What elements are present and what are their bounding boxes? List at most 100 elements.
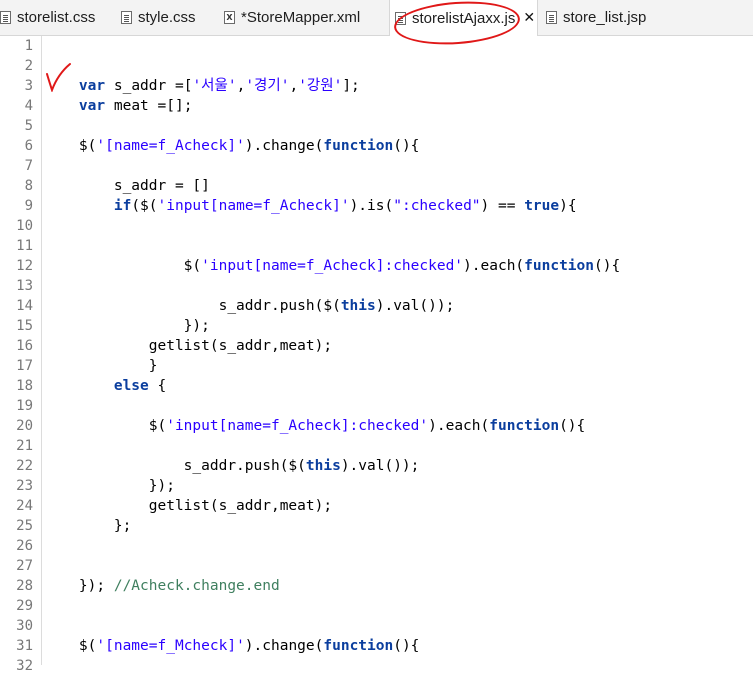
code-line: 12 $('input[name=f_Acheck]:checked').eac…: [0, 256, 753, 276]
code-line: 24 getlist(s_addr,meat);: [0, 496, 753, 516]
code-line: 6 $('[name=f_Acheck]').change(function()…: [0, 136, 753, 156]
line-number: 27: [16, 558, 33, 574]
close-icon[interactable]: ✕: [523, 10, 535, 26]
tab-label: storelistAjaxx.js: [412, 9, 516, 27]
code-text: getlist(s_addr,meat);: [44, 498, 333, 514]
code-line: 14 s_addr.push($(this).val());: [0, 296, 753, 316]
code-line: 4 var meat =[];: [0, 96, 753, 116]
code-text: }: [44, 358, 158, 374]
line-number: 14: [16, 298, 33, 314]
tab-storelist-css[interactable]: storelist.css: [0, 0, 95, 35]
editor-tab-bar: storelist.css style.css X *StoreMapper.x…: [0, 0, 753, 36]
tab-label: *StoreMapper.xml: [241, 9, 361, 26]
code-line: 32: [0, 656, 753, 676]
line-number: 4: [24, 98, 33, 114]
css-file-icon: [121, 11, 132, 24]
code-editor[interactable]: 123 var s_addr =['서울','경기','강원']; 4 var m…: [0, 36, 753, 674]
code-line: 21: [0, 436, 753, 456]
code-text: if($('input[name=f_Acheck]').is(":checke…: [113, 198, 577, 214]
code-text: });: [44, 318, 210, 334]
code-line: 3 var s_addr =['서울','경기','강원'];: [0, 76, 753, 96]
code-line: 5: [0, 116, 753, 136]
line-number: 23: [16, 478, 33, 494]
line-number: 7: [24, 158, 33, 174]
code-text: else {: [113, 378, 167, 394]
js-file-icon: [395, 11, 406, 25]
code-line: 13: [0, 276, 753, 296]
code-line: 19: [0, 396, 753, 416]
code-line: 17 }: [0, 356, 753, 376]
code-line: 27: [0, 556, 753, 576]
line-number: 29: [16, 598, 33, 614]
line-number: 21: [16, 438, 33, 454]
code-line: 18 else {: [0, 376, 753, 396]
code-line: 1: [0, 36, 753, 56]
code-line: 25 };: [0, 516, 753, 536]
code-line: 20 $('input[name=f_Acheck]:checked').eac…: [0, 416, 753, 436]
code-line: 29: [0, 596, 753, 616]
code-line: 2: [0, 56, 753, 76]
tab-store-list-jsp[interactable]: store_list.jsp: [546, 0, 646, 35]
line-number: 19: [16, 398, 33, 414]
line-number: 5: [24, 118, 33, 134]
line-number: 10: [16, 218, 33, 234]
code-text: $('[name=f_Acheck]').change(function(){: [44, 138, 420, 154]
line-number: 1: [24, 38, 33, 54]
code-line: 16 getlist(s_addr,meat);: [0, 336, 753, 356]
tab-storemapper-xml[interactable]: X *StoreMapper.xml: [224, 0, 360, 35]
code-line: 8 s_addr = []: [0, 176, 753, 196]
code-text: s_addr.push($(this).val());: [44, 458, 420, 474]
code-line: 26: [0, 536, 753, 556]
css-file-icon: [0, 11, 11, 24]
code-line: 30: [0, 616, 753, 636]
line-number: 20: [16, 418, 33, 434]
code-line: 11: [0, 236, 753, 256]
line-number: 8: [24, 178, 33, 194]
code-text: s_addr.push($(this).val());: [44, 298, 455, 314]
code-text: }); //Acheck.change.end: [44, 578, 280, 594]
code-text: s_addr = []: [44, 178, 210, 194]
line-number: 15: [16, 318, 33, 334]
line-number: 26: [16, 538, 33, 554]
line-number: 6: [24, 138, 33, 154]
code-text: });: [44, 478, 175, 494]
line-number: 32: [16, 658, 33, 674]
line-number: 3: [24, 78, 33, 94]
xml-file-icon: X: [224, 11, 235, 24]
code-text: $('input[name=f_Acheck]:checked').each(f…: [44, 258, 621, 274]
code-line: 10: [0, 216, 753, 236]
code-line: 28 }); //Acheck.change.end: [0, 576, 753, 596]
code-text: getlist(s_addr,meat);: [44, 338, 333, 354]
line-number: 25: [16, 518, 33, 534]
line-number: 31: [16, 638, 33, 654]
line-number: 11: [16, 238, 33, 254]
tab-style-css[interactable]: style.css: [121, 0, 196, 35]
code-line: 22 s_addr.push($(this).val());: [0, 456, 753, 476]
line-number: 30: [16, 618, 33, 634]
line-number: 17: [16, 358, 33, 374]
jsp-file-icon: [546, 11, 557, 24]
code-text: var meat =[];: [78, 98, 193, 114]
line-number: 12: [16, 258, 33, 274]
line-number: 18: [16, 378, 33, 394]
tab-label: storelist.css: [17, 9, 96, 26]
code-line: 31 $('[name=f_Mcheck]').change(function(…: [0, 636, 753, 656]
code-line: 9 if($('input[name=f_Acheck]').is(":chec…: [0, 196, 753, 216]
line-number: 22: [16, 458, 33, 474]
code-line: 23 });: [0, 476, 753, 496]
line-number: 24: [16, 498, 33, 514]
line-number: 16: [16, 338, 33, 354]
line-number: 2: [24, 58, 33, 74]
code-line: 15 });: [0, 316, 753, 336]
code-text: $('[name=f_Mcheck]').change(function(){: [44, 638, 420, 654]
code-text: $('input[name=f_Acheck]:checked').each(f…: [44, 418, 586, 434]
tab-label: style.css: [138, 9, 196, 26]
tab-storelistajaxx-js[interactable]: storelistAjaxx.js ✕: [389, 0, 538, 36]
code-text: };: [44, 518, 132, 534]
tab-label: store_list.jsp: [563, 9, 647, 26]
line-number: 9: [24, 198, 33, 214]
code-line: 7: [0, 156, 753, 176]
code-text: var s_addr =['서울','경기','강원'];: [78, 78, 360, 94]
line-number: 28: [16, 578, 33, 594]
line-number: 13: [16, 278, 33, 294]
